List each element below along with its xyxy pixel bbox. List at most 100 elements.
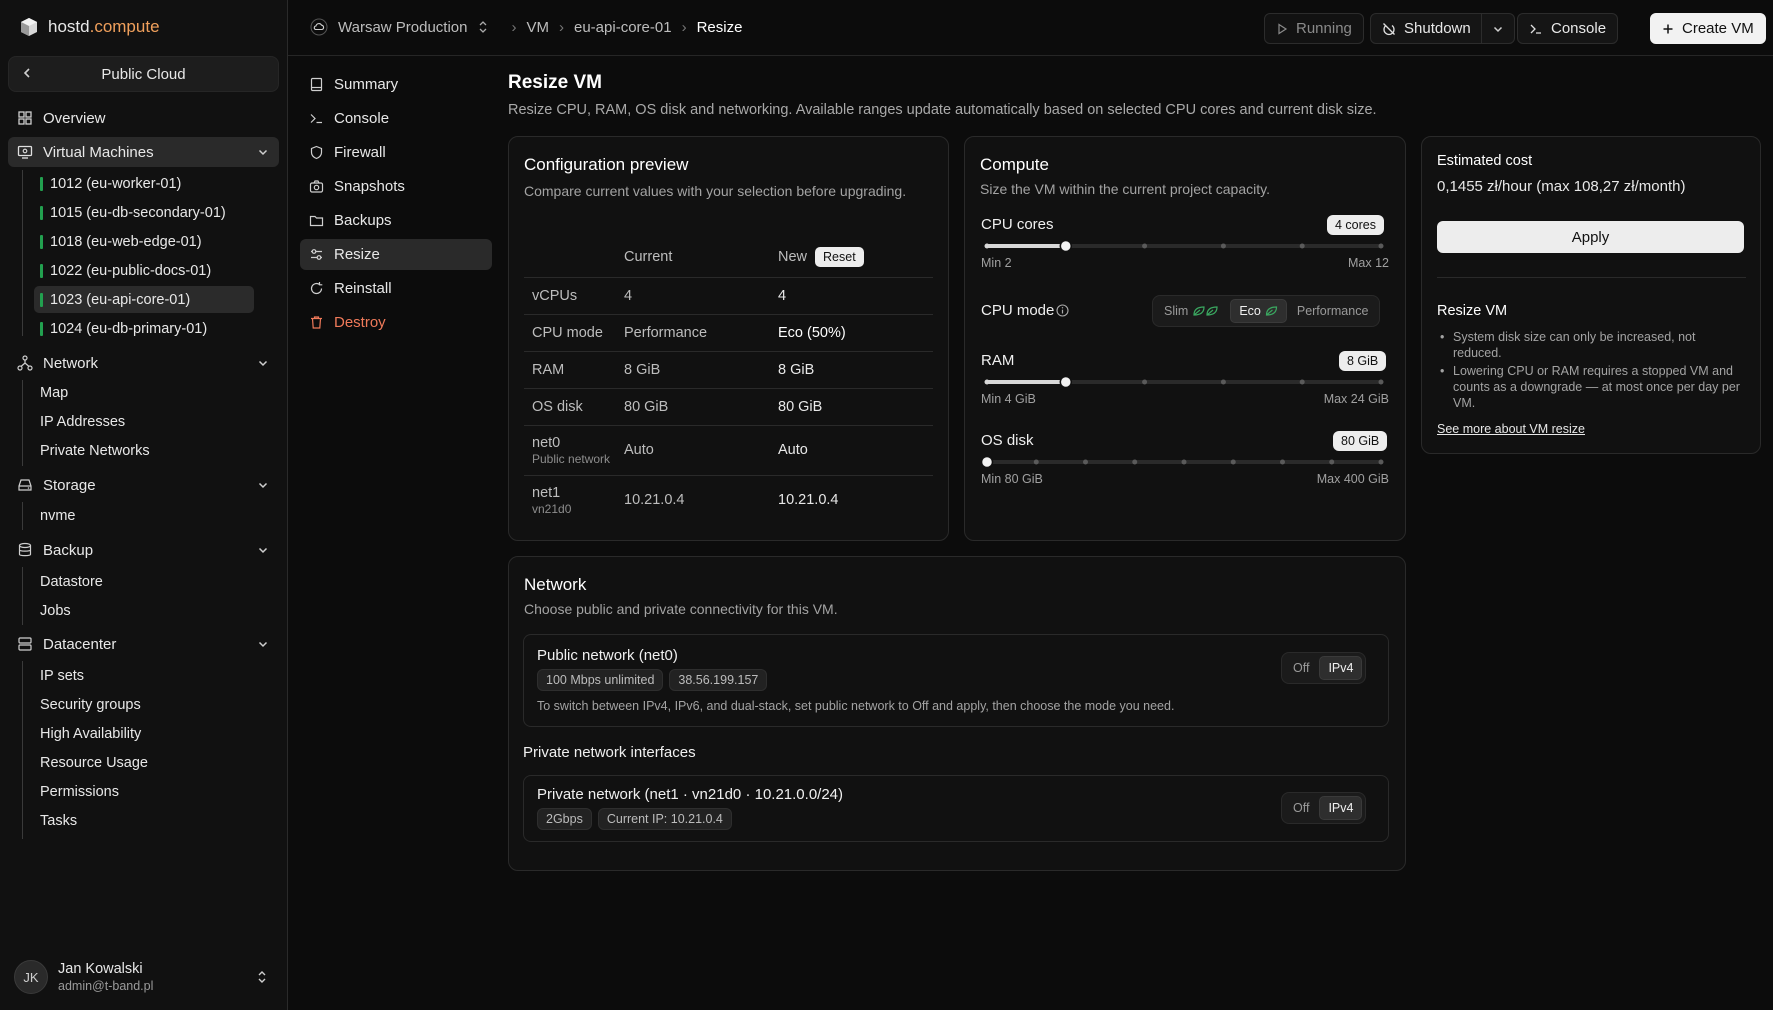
chevron-down-icon[interactable] — [257, 479, 269, 491]
brand-accent: .compute — [89, 17, 160, 36]
new-value-changed: Eco (50%) — [778, 314, 933, 352]
toggle-off[interactable]: Off — [1285, 797, 1317, 819]
shutdown-split-button[interactable]: Shutdown — [1370, 13, 1515, 44]
running-status-button[interactable]: Running — [1264, 13, 1364, 44]
tab-destroy[interactable]: Destroy — [300, 307, 492, 338]
slider-thumb[interactable] — [1059, 239, 1073, 253]
sliders-icon — [309, 247, 324, 262]
slider-tick — [984, 243, 990, 249]
tab-summary[interactable]: Summary — [300, 69, 492, 100]
nav-network[interactable]: Network — [8, 348, 279, 378]
current-value: Performance — [624, 314, 778, 352]
nav-ip-sets[interactable]: IP sets — [40, 668, 84, 684]
breadcrumb-host[interactable]: eu-api-core-01 — [574, 19, 672, 36]
nav-nvme[interactable]: nvme — [40, 508, 75, 524]
nav-virtual-machines[interactable]: Virtual Machines — [8, 137, 279, 167]
nav-private-networks[interactable]: Private Networks — [40, 443, 150, 459]
cpu-mode-performance[interactable]: Performance — [1289, 300, 1377, 322]
divider — [1437, 277, 1746, 278]
toggle-off[interactable]: Off — [1285, 657, 1317, 679]
cpu-max-label: Max 12 — [1348, 256, 1389, 270]
logo-cube-icon — [18, 16, 40, 38]
page-description: Resize CPU, RAM, OS disk and networking.… — [508, 102, 1377, 118]
vm-item[interactable]: 1015 (eu-db-secondary-01) — [34, 199, 254, 226]
vm-item[interactable]: 1022 (eu-public-docs-01) — [34, 257, 254, 284]
table-row: net0 Public network Auto Auto — [524, 425, 933, 476]
monitor-icon — [17, 144, 33, 160]
os-disk-label: OS disk — [981, 432, 1034, 449]
vm-item[interactable]: 1012 (eu-worker-01) — [34, 170, 254, 197]
slider-tick — [1378, 243, 1384, 249]
running-indicator — [40, 321, 43, 336]
cpu-mode-slim-label: Slim — [1164, 304, 1189, 318]
user-menu[interactable]: JK Jan Kowalski admin@t-band.pl — [14, 957, 276, 997]
nav-backup[interactable]: Backup — [8, 535, 279, 565]
chevron-left-icon[interactable] — [21, 67, 33, 79]
chevron-down-icon[interactable] — [257, 544, 269, 556]
nav-ip-addresses[interactable]: IP Addresses — [40, 414, 125, 430]
private-network-toggle[interactable]: Off IPv4 — [1281, 792, 1367, 824]
chevron-down-icon[interactable] — [257, 146, 269, 158]
new-value: Auto — [778, 425, 933, 476]
cpu-cores-slider[interactable] — [981, 239, 1387, 253]
tab-destroy-label: Destroy — [334, 314, 386, 331]
console-button[interactable]: Console — [1517, 13, 1619, 44]
chevron-down-icon[interactable] — [257, 638, 269, 650]
nav-overview[interactable]: Overview — [8, 103, 279, 133]
nav-datastore[interactable]: Datastore — [40, 574, 103, 590]
card-subtitle: Compare current values with your selecti… — [524, 183, 907, 199]
nav-tasks[interactable]: Tasks — [40, 813, 77, 829]
tab-summary-label: Summary — [334, 76, 399, 93]
info-icon[interactable] — [1056, 304, 1069, 317]
tab-firewall[interactable]: Firewall — [300, 137, 492, 168]
slider-thumb[interactable] — [981, 455, 994, 469]
vm-item[interactable]: 1024 (eu-db-primary-01) — [34, 315, 254, 342]
chevron-updown-icon[interactable] — [478, 20, 488, 34]
nav-resource-usage[interactable]: Resource Usage — [40, 755, 148, 771]
chevron-down-icon[interactable] — [1482, 23, 1514, 35]
info-title: Resize VM — [1437, 303, 1508, 319]
chevron-right-icon: › — [681, 18, 687, 36]
toggle-ipv4[interactable]: IPv4 — [1319, 796, 1363, 820]
tab-console[interactable]: Console — [300, 103, 492, 134]
slider-tick — [1299, 379, 1305, 385]
nav-high-availability[interactable]: High Availability — [40, 726, 141, 742]
chevron-down-icon[interactable] — [257, 357, 269, 369]
nav-permissions[interactable]: Permissions — [40, 784, 119, 800]
vm-item[interactable]: 1018 (eu-web-edge-01) — [34, 228, 254, 255]
tab-resize[interactable]: Resize — [300, 239, 492, 270]
project-selector[interactable]: Warsaw Production — [338, 19, 468, 36]
slider-tick — [1329, 459, 1335, 465]
terminal-icon — [309, 111, 324, 126]
shutdown-button[interactable]: Shutdown — [1382, 14, 1482, 43]
cpu-mode-eco[interactable]: Eco — [1230, 299, 1287, 323]
tab-reinstall[interactable]: Reinstall — [300, 273, 492, 304]
nav-datacenter[interactable]: Datacenter — [8, 629, 279, 659]
ram-slider[interactable] — [981, 375, 1387, 389]
breadcrumb-vm[interactable]: VM — [527, 19, 550, 36]
public-network-toggle[interactable]: Off IPv4 — [1281, 652, 1367, 684]
public-network-box: Public network (net0) 100 Mbps unlimited… — [523, 634, 1389, 727]
apply-button[interactable]: Apply — [1437, 221, 1744, 253]
cpu-mode-slim[interactable]: Slim — [1156, 300, 1228, 322]
nav-security-groups[interactable]: Security groups — [40, 697, 141, 713]
logo[interactable]: hostd.compute — [18, 16, 160, 38]
storage-icon — [17, 477, 33, 493]
row-label: vCPUs — [524, 277, 624, 315]
os-disk-slider[interactable] — [981, 455, 1387, 469]
create-vm-button[interactable]: Create VM — [1650, 13, 1766, 44]
reset-button[interactable]: Reset — [815, 246, 864, 267]
slider-thumb[interactable] — [1059, 375, 1073, 389]
chevron-updown-icon[interactable] — [256, 969, 268, 985]
camera-icon — [309, 179, 324, 194]
tab-snapshots[interactable]: Snapshots — [300, 171, 492, 202]
context-switcher[interactable]: Public Cloud — [8, 56, 279, 92]
cpu-mode-selector[interactable]: Slim Eco Performance — [1152, 295, 1381, 327]
nav-map[interactable]: Map — [40, 385, 68, 401]
toggle-ipv4[interactable]: IPv4 — [1319, 656, 1363, 680]
nav-storage[interactable]: Storage — [8, 470, 279, 500]
vm-item-selected[interactable]: 1023 (eu-api-core-01) — [34, 286, 254, 313]
see-more-link[interactable]: See more about VM resize — [1437, 422, 1585, 436]
tab-backups[interactable]: Backups — [300, 205, 492, 236]
nav-jobs[interactable]: Jobs — [40, 603, 71, 619]
